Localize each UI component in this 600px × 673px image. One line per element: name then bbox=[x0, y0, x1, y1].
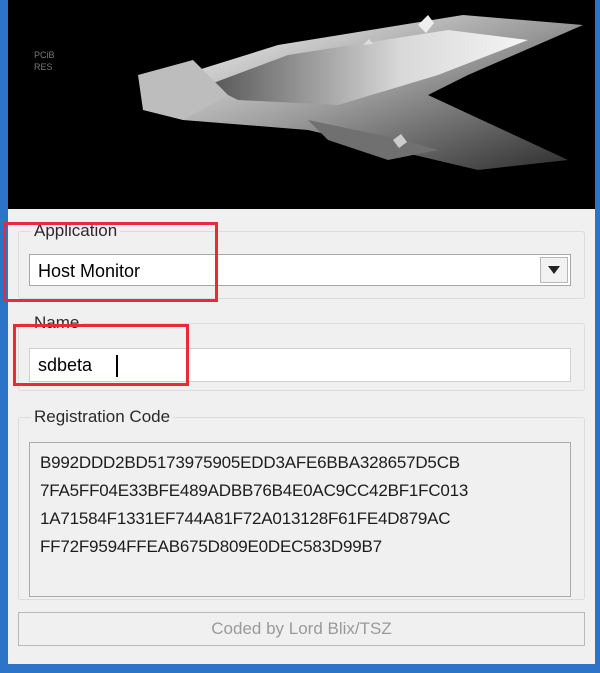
text-caret bbox=[116, 355, 118, 377]
credits-status-bar: Coded by Lord Blix/TSZ bbox=[18, 612, 585, 646]
name-group: Name bbox=[18, 314, 585, 391]
tsz-logo-art: PCiB RES bbox=[8, 0, 595, 209]
svg-text:RES: RES bbox=[34, 62, 53, 72]
application-group: Application Host Monitor bbox=[18, 222, 585, 299]
credits-text: Coded by Lord Blix/TSZ bbox=[211, 619, 392, 638]
name-legend: Name bbox=[34, 313, 80, 332]
keygen-window: PCiB RES Application Host Monitor Name R… bbox=[0, 0, 600, 673]
application-dropdown-button[interactable] bbox=[540, 257, 568, 283]
svg-text:PCiB: PCiB bbox=[34, 50, 55, 60]
banner-logo: PCiB RES bbox=[8, 0, 595, 209]
registration-code-group: Registration Code B992DDD2BD5173975905ED… bbox=[18, 408, 585, 600]
registration-code-line: 1A71584F1331EF744A81F72A013128F61FE4D879… bbox=[40, 509, 451, 528]
registration-code-line: B992DDD2BD5173975905EDD3AFE6BBA328657D5C… bbox=[40, 453, 460, 472]
application-combobox[interactable]: Host Monitor bbox=[29, 254, 571, 286]
application-legend: Application bbox=[34, 221, 118, 240]
name-input[interactable] bbox=[29, 348, 571, 382]
registration-code-legend: Registration Code bbox=[34, 407, 171, 426]
application-selected-value: Host Monitor bbox=[38, 261, 141, 281]
registration-code-line: 7FA5FF04E33BFE489ADBB76B4E0AC9CC42BF1FC0… bbox=[40, 481, 469, 500]
dialog-client-area: PCiB RES Application Host Monitor Name R… bbox=[8, 0, 595, 664]
chevron-down-icon bbox=[548, 266, 560, 274]
registration-code-line: FF72F9594FFEAB675D809E0DEC583D99B7 bbox=[40, 537, 382, 556]
registration-code-field[interactable]: B992DDD2BD5173975905EDD3AFE6BBA328657D5C… bbox=[29, 442, 571, 597]
